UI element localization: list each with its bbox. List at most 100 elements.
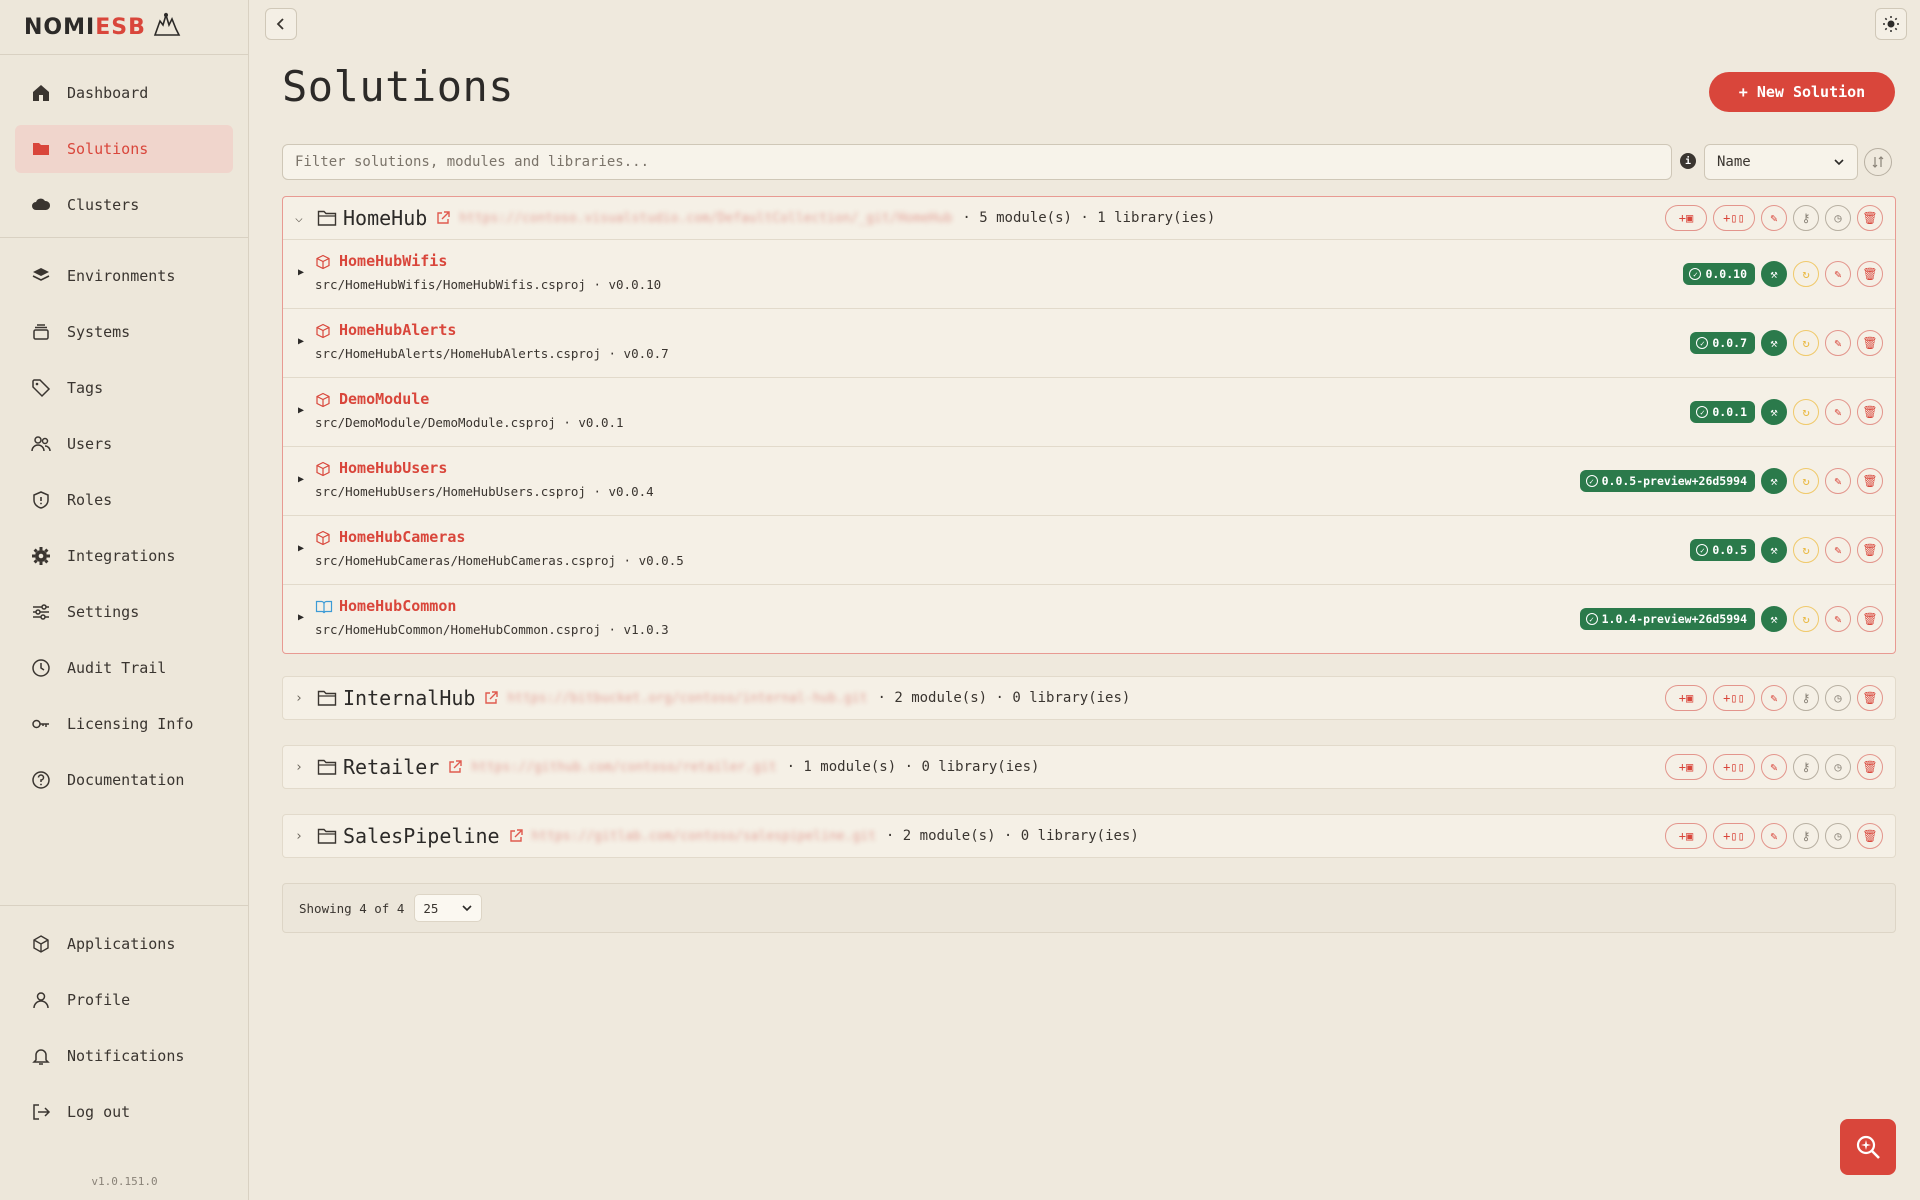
- collapse-sidebar-button[interactable]: [265, 8, 297, 40]
- delete-module-button[interactable]: 🗑: [1857, 606, 1883, 632]
- caret-right-icon[interactable]: ▶: [298, 405, 304, 416]
- edit-module-button[interactable]: ✎: [1825, 468, 1851, 494]
- caret-right-icon[interactable]: ▶: [298, 267, 304, 278]
- sidebar-item-dashboard[interactable]: Dashboard: [15, 69, 233, 117]
- edit-module-button[interactable]: ✎: [1825, 399, 1851, 425]
- repository-url[interactable]: https://contoso.visualstudio.com/Default…: [459, 211, 952, 226]
- module-row[interactable]: ▶ HomeHubCommon src/HomeHubCommon/HomeHu…: [283, 584, 1895, 653]
- edit-module-button[interactable]: ✎: [1825, 537, 1851, 563]
- delete-solution-button[interactable]: 🗑: [1857, 685, 1883, 711]
- sync-button[interactable]: ↻: [1793, 537, 1819, 563]
- history-button[interactable]: ◷: [1825, 205, 1851, 231]
- logo[interactable]: NOMIESB: [0, 0, 248, 55]
- sidebar-item-solutions[interactable]: Solutions: [15, 125, 233, 173]
- chevron-right-icon[interactable]: ›: [295, 829, 309, 844]
- delete-solution-button[interactable]: 🗑: [1857, 205, 1883, 231]
- build-button[interactable]: ⚒: [1761, 399, 1787, 425]
- caret-right-icon[interactable]: ▶: [298, 336, 304, 347]
- solution-header[interactable]: ⌵ HomeHub https://contoso.visualstudio.c…: [283, 197, 1895, 239]
- module-name[interactable]: DemoModule: [339, 390, 429, 408]
- sync-button[interactable]: ↻: [1793, 468, 1819, 494]
- sidebar-item-profile[interactable]: Profile: [15, 976, 234, 1024]
- solution-header[interactable]: › InternalHub https://bitbucket.org/cont…: [283, 677, 1895, 719]
- sync-button[interactable]: ↻: [1793, 399, 1819, 425]
- add-module-button[interactable]: +▣: [1665, 754, 1707, 780]
- external-link-icon[interactable]: [508, 828, 524, 844]
- module-name[interactable]: HomeHubCameras: [339, 528, 465, 546]
- delete-module-button[interactable]: 🗑: [1857, 261, 1883, 287]
- sidebar-item-clusters[interactable]: Clusters: [15, 181, 233, 229]
- build-button[interactable]: ⚒: [1761, 468, 1787, 494]
- sort-select[interactable]: Name: [1704, 144, 1858, 180]
- module-row[interactable]: ▶ HomeHubAlerts src/HomeHubAlerts/HomeHu…: [283, 308, 1895, 377]
- delete-solution-button[interactable]: 🗑: [1857, 823, 1883, 849]
- sidebar-item-environments[interactable]: Environments: [15, 252, 233, 300]
- add-library-button[interactable]: +▯▯: [1713, 205, 1755, 231]
- sync-button[interactable]: ↻: [1793, 330, 1819, 356]
- new-solution-button[interactable]: + New Solution: [1709, 72, 1895, 112]
- delete-solution-button[interactable]: 🗑: [1857, 754, 1883, 780]
- delete-module-button[interactable]: 🗑: [1857, 399, 1883, 425]
- sidebar-item-systems[interactable]: Systems: [15, 308, 233, 356]
- sidebar-item-settings[interactable]: Settings: [15, 588, 233, 636]
- caret-right-icon[interactable]: ▶: [298, 474, 304, 485]
- edit-module-button[interactable]: ✎: [1825, 606, 1851, 632]
- module-name[interactable]: HomeHubAlerts: [339, 321, 456, 339]
- add-library-button[interactable]: +▯▯: [1713, 823, 1755, 849]
- module-row[interactable]: ▶ HomeHubWifis src/HomeHubWifis/HomeHubW…: [283, 239, 1895, 308]
- chevron-right-icon[interactable]: ›: [295, 760, 309, 775]
- sidebar-item-integrations[interactable]: Integrations: [15, 532, 233, 580]
- sidebar-item-users[interactable]: Users: [15, 420, 233, 468]
- module-name[interactable]: HomeHubWifis: [339, 252, 447, 270]
- edit-module-button[interactable]: ✎: [1825, 261, 1851, 287]
- add-module-button[interactable]: +▣: [1665, 205, 1707, 231]
- chevron-right-icon[interactable]: ›: [295, 691, 309, 706]
- sidebar-item-applications[interactable]: Applications: [15, 920, 234, 968]
- solution-header[interactable]: › Retailer https://github.com/contoso/re…: [283, 746, 1895, 788]
- sidebar-item-tags[interactable]: Tags: [15, 364, 233, 412]
- sidebar-item-notifications[interactable]: Notifications: [15, 1032, 234, 1080]
- caret-right-icon[interactable]: ▶: [298, 543, 304, 554]
- external-link-icon[interactable]: [447, 759, 463, 775]
- sidebar-item-roles[interactable]: Roles: [15, 476, 233, 524]
- repository-url[interactable]: https://gitlab.com/contoso/salespipeline…: [532, 829, 876, 844]
- external-link-icon[interactable]: [435, 210, 451, 226]
- repository-url[interactable]: https://bitbucket.org/contoso/internal-h…: [507, 691, 867, 706]
- edit-solution-button[interactable]: ✎: [1761, 754, 1787, 780]
- deploy-key-button[interactable]: ⚷: [1793, 754, 1819, 780]
- edit-solution-button[interactable]: ✎: [1761, 823, 1787, 849]
- module-row[interactable]: ▶ DemoModule src/DemoModule/DemoModule.c…: [283, 377, 1895, 446]
- add-module-button[interactable]: +▣: [1665, 823, 1707, 849]
- history-button[interactable]: ◷: [1825, 823, 1851, 849]
- page-size-select[interactable]: 25: [414, 894, 483, 922]
- edit-module-button[interactable]: ✎: [1825, 330, 1851, 356]
- add-library-button[interactable]: +▯▯: [1713, 685, 1755, 711]
- build-button[interactable]: ⚒: [1761, 537, 1787, 563]
- module-name[interactable]: HomeHubCommon: [339, 597, 456, 615]
- deploy-key-button[interactable]: ⚷: [1793, 685, 1819, 711]
- sidebar-item-audit-trail[interactable]: Audit Trail: [15, 644, 233, 692]
- delete-module-button[interactable]: 🗑: [1857, 330, 1883, 356]
- delete-module-button[interactable]: 🗑: [1857, 537, 1883, 563]
- filter-info-icon[interactable]: i: [1680, 153, 1696, 169]
- repository-url[interactable]: https://github.com/contoso/retailer.git: [471, 760, 776, 775]
- chevron-down-icon[interactable]: ⌵: [295, 211, 309, 226]
- solution-header[interactable]: › SalesPipeline https://gitlab.com/conto…: [283, 815, 1895, 857]
- module-name[interactable]: HomeHubUsers: [339, 459, 447, 477]
- add-module-button[interactable]: +▣: [1665, 685, 1707, 711]
- deploy-key-button[interactable]: ⚷: [1793, 205, 1819, 231]
- build-button[interactable]: ⚒: [1761, 330, 1787, 356]
- deploy-key-button[interactable]: ⚷: [1793, 823, 1819, 849]
- caret-right-icon[interactable]: ▶: [298, 612, 304, 623]
- filter-input[interactable]: [282, 144, 1672, 180]
- build-button[interactable]: ⚒: [1761, 261, 1787, 287]
- sidebar-item-log-out[interactable]: Log out: [15, 1088, 234, 1136]
- sidebar-item-documentation[interactable]: Documentation: [15, 756, 233, 804]
- sidebar-item-licensing-info[interactable]: Licensing Info: [15, 700, 233, 748]
- sync-button[interactable]: ↻: [1793, 261, 1819, 287]
- edit-solution-button[interactable]: ✎: [1761, 685, 1787, 711]
- delete-module-button[interactable]: 🗑: [1857, 468, 1883, 494]
- history-button[interactable]: ◷: [1825, 754, 1851, 780]
- search-assistant-button[interactable]: [1840, 1119, 1896, 1175]
- edit-solution-button[interactable]: ✎: [1761, 205, 1787, 231]
